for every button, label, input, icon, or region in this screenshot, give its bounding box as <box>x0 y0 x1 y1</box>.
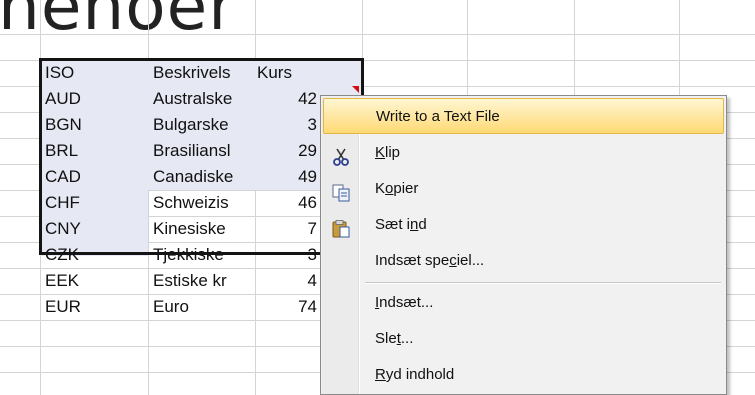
spreadsheet-grid: nenoer ISO Beskrivels Kurs AUD Australsk… <box>0 0 755 395</box>
menu-item-paste-special[interactable]: Indsæt speciel... <box>323 243 724 279</box>
row-gridline <box>0 34 755 35</box>
menu-item-label: Sæt ind <box>375 216 427 233</box>
menu-item-label: Ryd indhold <box>375 366 455 383</box>
paste-icon <box>331 216 351 238</box>
menu-item-delete[interactable]: Slet... <box>323 321 724 357</box>
menu-separator <box>365 282 721 284</box>
copy-icon <box>331 180 351 202</box>
menu-item-label: Kopier <box>375 180 419 197</box>
menu-item-insert[interactable]: Indsæt... <box>323 285 724 321</box>
menu-item-paste[interactable]: Sæt ind <box>323 207 724 243</box>
menu-item-clear-contents[interactable]: Ryd indhold <box>323 357 724 393</box>
menu-item-copy[interactable]: Kopier <box>323 171 724 207</box>
menu-item-label: Indsæt speciel... <box>375 252 485 269</box>
cell-iso[interactable]: EUR <box>41 294 148 320</box>
cell-kurs[interactable]: 4 <box>256 268 320 294</box>
menu-item-write-to-text-file[interactable]: Write to a Text File <box>323 98 724 134</box>
menu-item-label: Indsæt... <box>375 294 434 311</box>
menu-item-label: Write to a Text File <box>376 108 500 125</box>
comment-indicator <box>352 86 359 93</box>
cell-beskrivelse[interactable]: Estiske kr <box>149 268 255 294</box>
scissors-icon <box>331 144 351 166</box>
selection-border <box>39 58 364 255</box>
menu-item-label: Slet... <box>375 330 414 347</box>
menu-item-cut[interactable]: Klip <box>323 135 724 171</box>
cell-iso[interactable]: EEK <box>41 268 148 294</box>
context-menu: Write to a Text File Klip Kopier Sæt ind… <box>320 95 727 395</box>
menu-item-label: Klip <box>375 144 401 161</box>
cell-kurs[interactable]: 74 <box>256 294 320 320</box>
cell-beskrivelse[interactable]: Euro <box>149 294 255 320</box>
